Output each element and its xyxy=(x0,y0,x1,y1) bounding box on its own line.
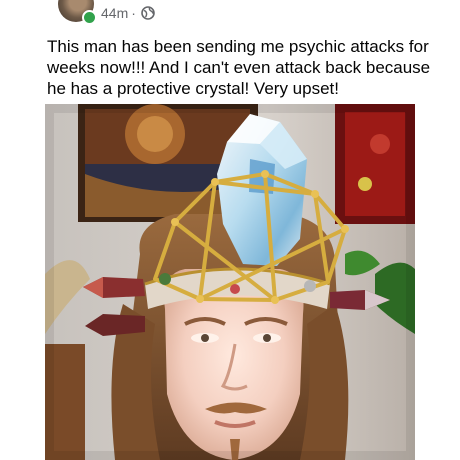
post-meta: 44m · xyxy=(101,4,155,22)
photo-man-with-crystal-crown xyxy=(45,104,415,460)
author-avatar[interactable] xyxy=(58,0,97,25)
globe-icon[interactable] xyxy=(141,6,155,20)
online-status-icon xyxy=(82,10,97,25)
post-photo[interactable] xyxy=(45,104,415,460)
feed-post: 44m · This man has been sending me psych… xyxy=(0,0,460,460)
post-caption: This man has been sending me psychic att… xyxy=(47,37,431,98)
post-timestamp[interactable]: 44m xyxy=(101,5,128,21)
meta-separator: · xyxy=(131,5,136,21)
